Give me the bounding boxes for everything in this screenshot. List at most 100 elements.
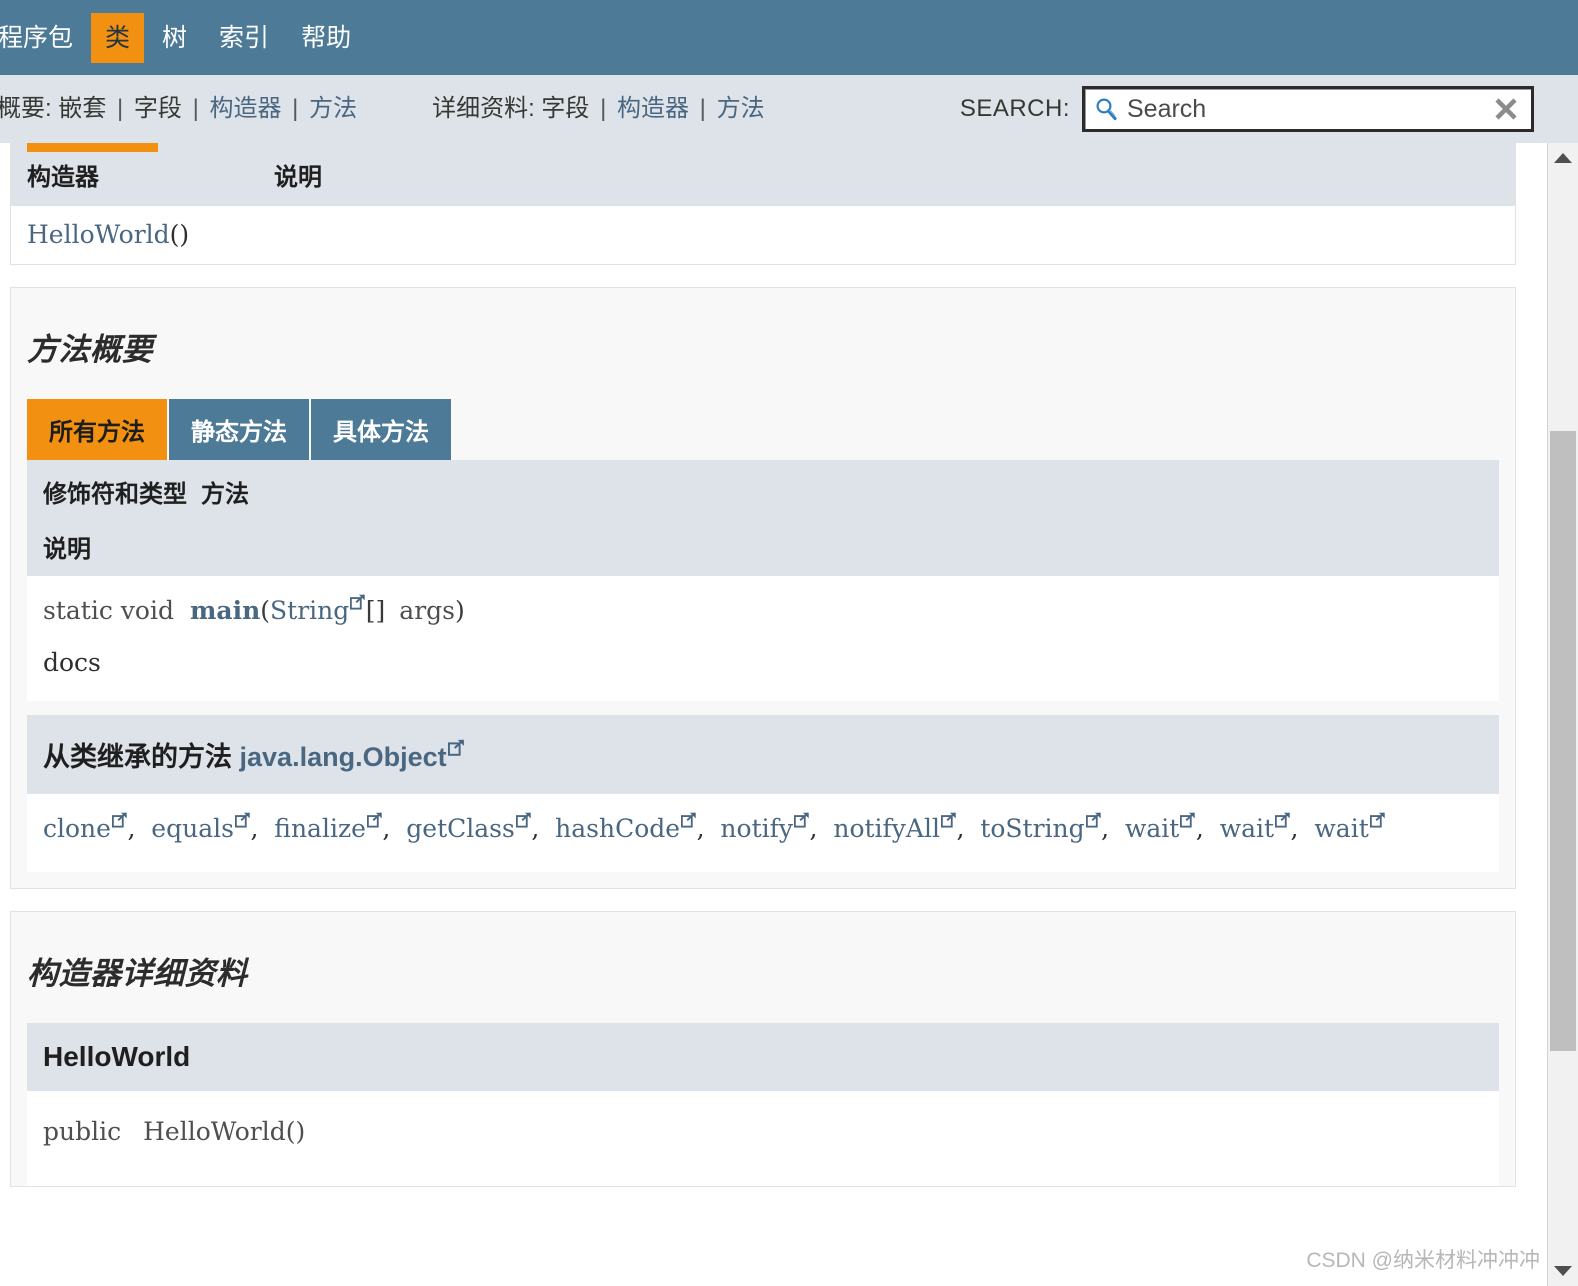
nav-item-tree[interactable]: 树	[148, 13, 201, 63]
summary-links-group: 概要: 嵌套 | 字段 | 构造器 | 方法	[0, 94, 357, 124]
chevron-down-icon[interactable]	[1548, 1256, 1578, 1286]
list-separator: ,	[382, 813, 407, 843]
header-modifier-and-type: 修饰符和类型	[43, 481, 187, 508]
detail-label: 详细资料:	[432, 95, 535, 122]
external-link-icon	[940, 812, 957, 828]
summary-separator-1: |	[117, 95, 124, 122]
constructor-detail-title: 构造器详细资料	[27, 955, 248, 991]
constructor-link[interactable]: HelloWorld	[27, 220, 170, 249]
inherited-method-link[interactable]: clone	[43, 814, 111, 843]
active-tab-indicator	[27, 143, 158, 152]
method-description: docs	[43, 647, 101, 677]
member-signature: HelloWorld()	[143, 1116, 306, 1146]
tab-all-methods[interactable]: 所有方法	[27, 399, 167, 460]
summary-link-nested: 嵌套	[58, 95, 107, 122]
header-description: 说明	[43, 536, 91, 563]
list-separator: ,	[250, 813, 275, 843]
detail-separator-2: |	[699, 95, 706, 122]
external-link-icon	[681, 812, 697, 828]
search-area: SEARCH:	[960, 86, 1534, 132]
inherited-prefix: 从类继承的方法	[43, 741, 232, 772]
external-link-icon	[234, 812, 251, 828]
detail-separator-1: |	[600, 95, 607, 122]
watermark: CSDN @纳米材料冲冲冲	[1306, 1249, 1540, 1272]
summary-label: 概要:	[0, 95, 52, 122]
method-summary-block: 方法概要 所有方法 静态方法 具体方法 修饰符和类型 方法 说明 static v…	[10, 287, 1516, 889]
list-separator: ,	[809, 813, 834, 843]
inherited-method-link[interactable]: notifyAll	[833, 814, 940, 843]
detail-link-method[interactable]: 方法	[717, 95, 765, 122]
constructor-summary-block: 构造器 说明 HelloWorld()	[10, 143, 1516, 265]
list-separator: ,	[696, 813, 721, 843]
chevron-up-icon[interactable]	[1548, 143, 1578, 173]
external-link-icon	[794, 812, 810, 828]
summary-separator-2: |	[192, 95, 199, 122]
method-signature: static void main(String[] args)	[43, 594, 465, 625]
external-link-icon	[1180, 812, 1196, 828]
tab-concrete-methods[interactable]: 具体方法	[311, 399, 451, 460]
header-constructor: 构造器	[27, 164, 99, 191]
vertical-scrollbar[interactable]	[1547, 143, 1578, 1286]
nav-item-packages[interactable]: 程序包	[0, 13, 87, 63]
external-link-icon	[1275, 812, 1291, 828]
list-separator: ,	[127, 813, 152, 843]
constructor-detail-block: 构造器详细资料 HelloWorld public HelloWorld()	[10, 910, 1516, 1187]
list-separator: ,	[1195, 813, 1220, 843]
summary-link-constructor[interactable]: 构造器	[210, 95, 282, 122]
nav-item-class[interactable]: 类	[91, 12, 145, 63]
method-modifier: static void	[43, 595, 174, 625]
method-param-type-link[interactable]: String	[270, 596, 349, 625]
constructor-parens: ()	[169, 220, 190, 249]
list-separator: ,	[531, 813, 556, 843]
method-table-header: 修饰符和类型 方法 说明	[27, 460, 1499, 576]
inherited-method-link[interactable]: finalize	[274, 814, 366, 843]
external-link-icon	[111, 812, 128, 828]
header-method: 方法	[201, 481, 249, 508]
tab-static-methods[interactable]: 静态方法	[169, 399, 309, 460]
table-row: HelloWorld()	[11, 206, 1515, 264]
method-summary-title: 方法概要	[27, 332, 153, 367]
detail-link-constructor[interactable]: 构造器	[617, 95, 689, 122]
search-input[interactable]	[1119, 93, 1491, 125]
search-box[interactable]	[1082, 86, 1534, 132]
constructor-summary-table: 构造器 说明 HelloWorld()	[11, 143, 1515, 264]
scrollbar-thumb[interactable]	[1550, 431, 1576, 1051]
inherited-method-link[interactable]: equals	[151, 814, 234, 843]
inherited-method-link[interactable]: getClass	[406, 814, 515, 843]
member-name-heading: HelloWorld	[27, 1022, 1499, 1091]
summary-link-method[interactable]: 方法	[309, 95, 357, 122]
search-label: SEARCH:	[959, 95, 1070, 122]
method-param-suffix: []	[365, 595, 386, 625]
list-separator: ,	[1101, 813, 1125, 843]
detail-link-field: 字段	[541, 95, 590, 122]
method-filter-tabs: 所有方法 静态方法 具体方法	[11, 399, 1515, 460]
method-name-link[interactable]: main	[190, 596, 260, 625]
inherited-class-link[interactable]: java.lang.Object	[240, 742, 447, 772]
inherited-methods-header: 从类继承的方法 java.lang.Object	[27, 714, 1499, 794]
summary-link-field: 字段	[133, 95, 182, 122]
top-navigation-bar: 程序包 类 树 索引 帮助	[0, 0, 1578, 75]
table-header-row: 构造器 说明	[11, 143, 1515, 206]
inherited-method-link[interactable]: hashCode	[555, 814, 680, 843]
method-row: static void main(String[] args) docs	[27, 576, 1499, 701]
inherited-method-link[interactable]: wait	[1314, 814, 1368, 843]
nav-item-index[interactable]: 索引	[205, 13, 283, 63]
inherited-methods-list: clone, equals, finalize, getClass, hashC…	[27, 793, 1499, 872]
content-area: 构造器 说明 HelloWorld() 方法概要 所有方法 静态方法 具体方法 …	[0, 143, 1578, 1286]
inherited-method-link[interactable]: toString	[980, 814, 1084, 843]
member-modifier: public	[43, 1116, 122, 1146]
list-separator: ,	[956, 813, 981, 843]
constructor-cell: HelloWorld()	[11, 206, 1515, 264]
inherited-method-link[interactable]: wait	[1220, 814, 1274, 843]
external-link-icon	[515, 812, 532, 828]
summary-separator-3: |	[292, 95, 299, 122]
content-right-gutter	[1531, 143, 1547, 1286]
header-description: 说明	[274, 164, 322, 191]
external-link-icon	[447, 739, 465, 756]
sub-navigation-bar: 概要: 嵌套 | 字段 | 构造器 | 方法 详细资料: 字段 | 构造器 | …	[0, 75, 1578, 152]
method-param-name: args	[399, 595, 455, 625]
close-icon[interactable]	[1491, 94, 1521, 124]
nav-item-help[interactable]: 帮助	[287, 13, 365, 63]
inherited-method-link[interactable]: notify	[720, 814, 793, 843]
inherited-method-link[interactable]: wait	[1125, 814, 1179, 843]
